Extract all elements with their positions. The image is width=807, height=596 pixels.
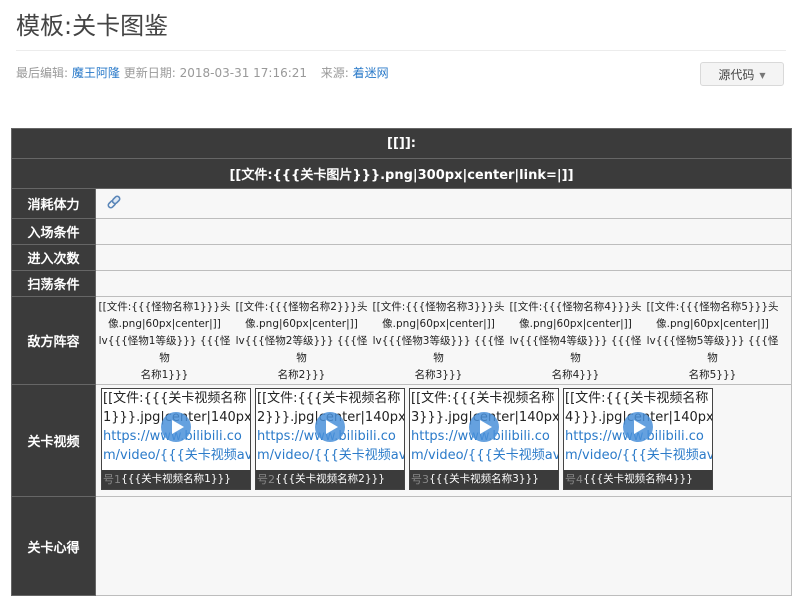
- times-label: 进入次数: [11, 244, 96, 271]
- play-icon[interactable]: [622, 411, 654, 443]
- title-divider: [16, 50, 786, 51]
- entry-value: [95, 218, 792, 245]
- enemy-list: [[文件:{{{怪物名称1}}}头 像.png|60px|center|]] l…: [96, 297, 791, 384]
- play-icon[interactable]: [314, 411, 346, 443]
- stamina-value: [95, 188, 792, 219]
- enemy-item: [[文件:{{{怪物名称2}}}头 像.png|60px|center|]] l…: [235, 301, 368, 381]
- play-icon[interactable]: [160, 411, 192, 443]
- last-edit-label: 最后编辑:: [16, 66, 69, 80]
- play-icon[interactable]: [468, 411, 500, 443]
- video-label: 关卡视频: [11, 384, 96, 497]
- times-value: [95, 244, 792, 271]
- video-caption: 号3 {{{关卡视频名称3}}}: [410, 470, 558, 489]
- infobox-title: [[]]:: [11, 128, 792, 159]
- video-caption: 号1 {{{关卡视频名称1}}}: [102, 470, 250, 489]
- video-caption: 号2 {{{关卡视频名称2}}}: [256, 470, 404, 489]
- page-title: 模板:关卡图鉴: [16, 12, 169, 40]
- entry-label: 入场条件: [11, 218, 96, 245]
- tips-value: [95, 496, 792, 596]
- stamina-label: 消耗体力: [11, 188, 96, 219]
- video-card[interactable]: [[文件:{{{关卡视频名称 4}}}.jpg|center|140px|li …: [563, 388, 713, 490]
- enemy-value: [[文件:{{{怪物名称1}}}头 像.png|60px|center|]] l…: [95, 296, 792, 385]
- enemy-item: [[文件:{{{怪物名称3}}}头 像.png|60px|center|]] l…: [372, 301, 505, 381]
- enemy-item: [[文件:{{{怪物名称5}}}头 像.png|60px|center|]] l…: [646, 301, 779, 381]
- page-meta: 最后编辑: 魔王阿隆 更新日期: 2018-03-31 17:16:21 来源:…: [16, 65, 389, 81]
- caret-down-icon: ▼: [759, 71, 766, 80]
- video-value: [[文件:{{{关卡视频名称 1}}}.jpg|center|140px|li …: [95, 384, 792, 497]
- updated-label: 更新日期:: [123, 66, 176, 80]
- level-infobox: [[]]: [[文件:{{{关卡图片}}}.png|300px|center|l…: [11, 128, 792, 596]
- video-list: [[文件:{{{关卡视频名称 1}}}.jpg|center|140px|li …: [96, 385, 791, 492]
- enemy-item: [[文件:{{{怪物名称4}}}头 像.png|60px|center|]] l…: [509, 301, 642, 381]
- tips-label: 关卡心得: [11, 496, 96, 596]
- source-link[interactable]: 着迷网: [353, 66, 389, 80]
- editor-link[interactable]: 魔王阿隆: [72, 66, 120, 80]
- video-caption: 号4 {{{关卡视频名称4}}}: [564, 470, 712, 489]
- link-chain-icon[interactable]: [106, 194, 122, 214]
- sweep-label: 扫荡条件: [11, 270, 96, 297]
- updated-date: 2018-03-31 17:16:21: [179, 66, 308, 80]
- video-card[interactable]: [[文件:{{{关卡视频名称 2}}}.jpg|center|140px|li …: [255, 388, 405, 490]
- video-card[interactable]: [[文件:{{{关卡视频名称 3}}}.jpg|center|140px|li …: [409, 388, 559, 490]
- source-code-button[interactable]: 源代码 ▼: [700, 62, 784, 86]
- enemy-label: 敌方阵容: [11, 296, 96, 385]
- source-label: 来源:: [320, 66, 349, 80]
- sweep-value: [95, 270, 792, 297]
- infobox-image-markup: [[文件:{{{关卡图片}}}.png|300px|center|link=|]…: [11, 158, 792, 189]
- video-card[interactable]: [[文件:{{{关卡视频名称 1}}}.jpg|center|140px|li …: [101, 388, 251, 490]
- enemy-item: [[文件:{{{怪物名称1}}}头 像.png|60px|center|]] l…: [98, 301, 231, 381]
- source-code-label: 源代码: [718, 68, 755, 82]
